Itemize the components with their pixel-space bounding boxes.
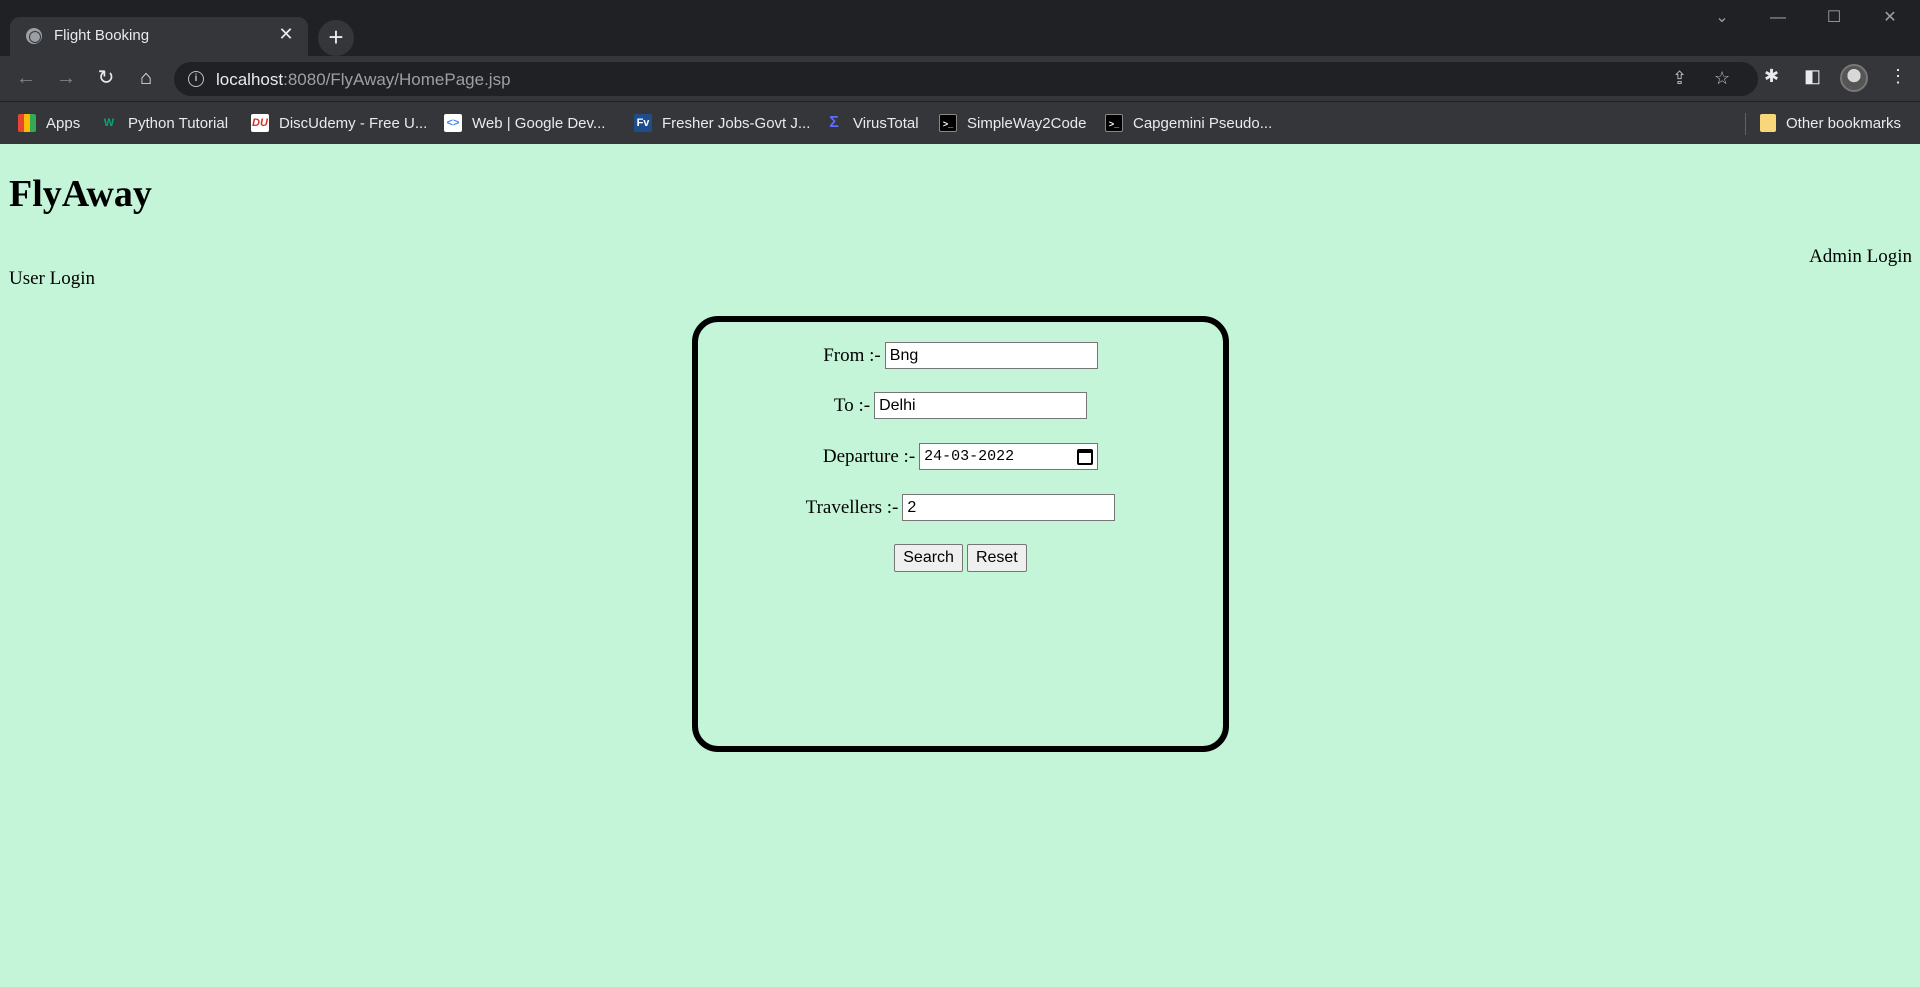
tab-strip: Flight Booking ✕ + ⌄ — ☐ ✕ (0, 0, 1920, 56)
bookmark-virustotal[interactable]: Σ VirusTotal (825, 114, 918, 132)
apps-grid-icon (18, 114, 36, 132)
bookmark-discudemy[interactable]: DU DiscUdemy - Free U... (251, 114, 427, 132)
bookmark-star-icon[interactable]: ☆ (1714, 68, 1730, 89)
back-icon[interactable]: ← (13, 66, 39, 92)
profile-avatar[interactable] (1840, 64, 1868, 92)
bookmark-google-dev[interactable]: <> Web | Google Dev... (444, 114, 605, 132)
w3schools-icon: W (103, 117, 115, 129)
site-info-icon[interactable]: i (188, 71, 204, 87)
page-content: FlyAway Admin Login User Login From :- B… (0, 144, 1920, 987)
other-bookmarks[interactable]: Other bookmarks (1760, 114, 1901, 132)
fv-icon: Fv (634, 114, 652, 132)
bookmark-fresher-jobs[interactable]: Fv Fresher Jobs-Govt J... (634, 114, 810, 132)
from-label: From :- (823, 344, 881, 366)
page-title: FlyAway (9, 173, 152, 215)
home-icon[interactable]: ⌂ (133, 66, 159, 92)
address-bar[interactable]: i localhost:8080/FlyAway/HomePage.jsp ⇪ … (174, 62, 1758, 96)
folder-icon (1760, 114, 1776, 132)
window-close-icon[interactable]: ✕ (1862, 0, 1918, 36)
tab-search-icon[interactable]: ⌄ (1694, 0, 1750, 36)
bookmark-capgemini[interactable]: >_ Capgemini Pseudo... (1105, 114, 1272, 132)
calendar-icon[interactable] (1077, 448, 1094, 465)
browser-toolbar: ← → ↻ ⌂ i localhost:8080/FlyAway/HomePag… (0, 56, 1920, 101)
globe-icon (26, 28, 42, 44)
google-dev-icon: <> (444, 114, 462, 132)
new-tab-button[interactable]: + (318, 20, 354, 56)
bookmark-simpleway2code[interactable]: >_ SimpleWay2Code (939, 114, 1087, 132)
reset-button[interactable]: Reset (966, 544, 1027, 572)
user-login-link[interactable]: User Login (9, 268, 95, 290)
from-row: From :- Bng (698, 342, 1223, 369)
maximize-icon[interactable]: ☐ (1806, 0, 1862, 36)
discudemy-icon: DU (251, 114, 269, 132)
minimize-icon[interactable]: — (1750, 0, 1806, 36)
share-icon[interactable]: ⇪ (1672, 68, 1687, 89)
terminal-icon: >_ (1105, 114, 1123, 132)
side-panel-icon[interactable]: ◧ (1804, 66, 1821, 87)
reload-icon[interactable]: ↻ (93, 66, 119, 92)
menu-kebab-icon[interactable]: ⋮ (1889, 66, 1907, 87)
virustotal-icon: Σ (829, 114, 839, 131)
departure-label: Departure :- (822, 445, 916, 467)
departure-date-value: 24-03-2022 (924, 448, 1015, 465)
departure-date-input[interactable]: 24-03-2022 (919, 443, 1099, 470)
search-button[interactable]: Search (894, 544, 963, 572)
tab-close-icon[interactable]: ✕ (276, 24, 296, 45)
travellers-row: Travellers :- 2 (698, 494, 1223, 521)
bookmark-python-tutorial[interactable]: W Python Tutorial (100, 114, 228, 132)
bookmarks-divider (1745, 113, 1746, 135)
tab-flight-booking[interactable]: Flight Booking ✕ (10, 17, 308, 56)
admin-login-link[interactable]: Admin Login (1809, 246, 1912, 268)
tab-title: Flight Booking (54, 27, 150, 44)
forward-icon[interactable]: → (53, 66, 79, 92)
terminal-icon: >_ (939, 114, 957, 132)
bookmark-apps[interactable]: Apps (18, 114, 80, 132)
url-text[interactable]: localhost:8080/FlyAway/HomePage.jsp (216, 70, 511, 90)
flight-search-form: From :- Bng To :- Delhi Departure :- 24-… (692, 316, 1229, 752)
button-row: Search Reset (698, 544, 1223, 572)
to-input[interactable]: Delhi (874, 392, 1088, 419)
from-input[interactable]: Bng (884, 342, 1098, 369)
to-label: To :- (833, 394, 871, 416)
bookmarks-bar: Apps W Python Tutorial DU DiscUdemy - Fr… (0, 101, 1920, 144)
to-row: To :- Delhi (698, 392, 1223, 419)
travellers-input[interactable]: 2 (902, 494, 1116, 521)
extensions-icon[interactable]: ✱ (1764, 66, 1779, 87)
travellers-label: Travellers :- (805, 496, 899, 518)
departure-row: Departure :- 24-03-2022 (698, 443, 1223, 470)
